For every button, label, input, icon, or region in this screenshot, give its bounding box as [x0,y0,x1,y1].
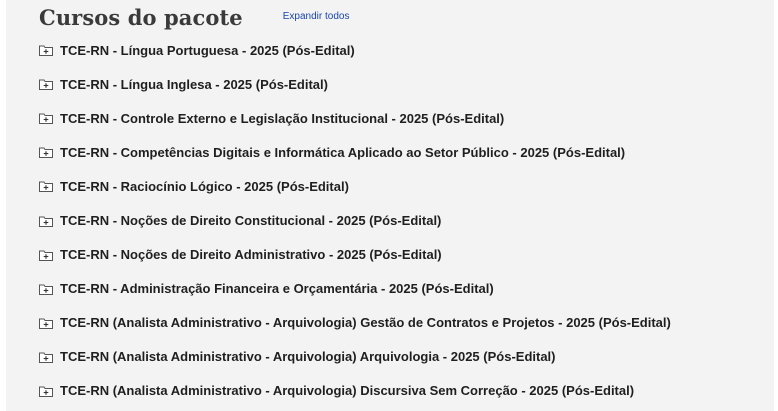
course-item[interactable]: TCE-RN - Língua Portuguesa - 2025 (Pós-E… [39,33,774,67]
course-item[interactable]: TCE-RN - Raciocínio Lógico - 2025 (Pós-E… [39,169,774,203]
course-package-panel: Cursos do pacote Expandir todos TCE-RN -… [6,0,774,411]
course-item[interactable]: TCE-RN - Noções de Direito Administrativ… [39,238,774,272]
course-item[interactable]: TCE-RN - Administração Financeira e Orça… [39,272,774,306]
folder-plus-icon[interactable] [39,146,53,159]
folder-plus-icon[interactable] [39,215,53,227]
page-title: Cursos do pacote [39,4,243,30]
course-item[interactable]: TCE-RN - Competências Digitais e Informá… [39,135,774,169]
course-item[interactable]: TCE-RN - Língua Inglesa - 2025 (Pós-Edit… [39,67,774,101]
course-item-label: TCE-RN (Analista Administrativo - Arquiv… [60,349,556,365]
course-item[interactable]: TCE-RN (Analista Administrativo - Arquiv… [39,340,774,374]
course-item[interactable]: TCE-RN - Noções de Direito Constituciona… [39,203,774,237]
expand-all-link[interactable]: Expandir todos [283,11,350,22]
folder-plus-icon[interactable] [39,112,53,125]
course-item-label: TCE-RN - Noções de Direito Administrativ… [60,247,442,263]
folder-plus-icon[interactable] [39,249,53,261]
course-item-label: TCE-RN - Competências Digitais e Informá… [60,144,626,160]
course-item-label: TCE-RN - Controle Externo e Legislação I… [60,110,505,126]
folder-plus-icon[interactable] [39,283,53,295]
course-item-label: TCE-RN - Administração Financeira e Orça… [60,281,494,297]
course-item[interactable]: TCE-RN (Analista Administrativo - Arquiv… [39,306,774,340]
course-item-label: TCE-RN - Língua Inglesa - 2025 (Pós-Edit… [60,76,328,92]
course-item-label: TCE-RN (Analista Administrativo - Arquiv… [60,383,635,399]
course-item[interactable]: TCE-RN - Controle Externo e Legislação I… [39,101,774,135]
panel-header: Cursos do pacote Expandir todos [39,2,349,32]
course-item[interactable]: TCE-RN (Analista Administrativo - Arquiv… [39,374,774,408]
folder-plus-icon[interactable] [39,78,53,91]
course-item-label: TCE-RN (Analista Administrativo - Arquiv… [60,315,671,331]
folder-plus-icon[interactable] [39,351,53,363]
folder-plus-icon[interactable] [39,44,53,57]
course-item-label: TCE-RN - Noções de Direito Constituciona… [60,213,442,229]
course-item-label: TCE-RN - Língua Portuguesa - 2025 (Pós-E… [60,42,355,58]
course-list: TCE-RN - Língua Portuguesa - 2025 (Pós-E… [39,33,774,408]
course-item-label: TCE-RN - Raciocínio Lógico - 2025 (Pós-E… [60,178,349,194]
folder-plus-icon[interactable] [39,317,53,329]
folder-plus-icon[interactable] [39,180,53,193]
folder-plus-icon[interactable] [39,385,53,397]
